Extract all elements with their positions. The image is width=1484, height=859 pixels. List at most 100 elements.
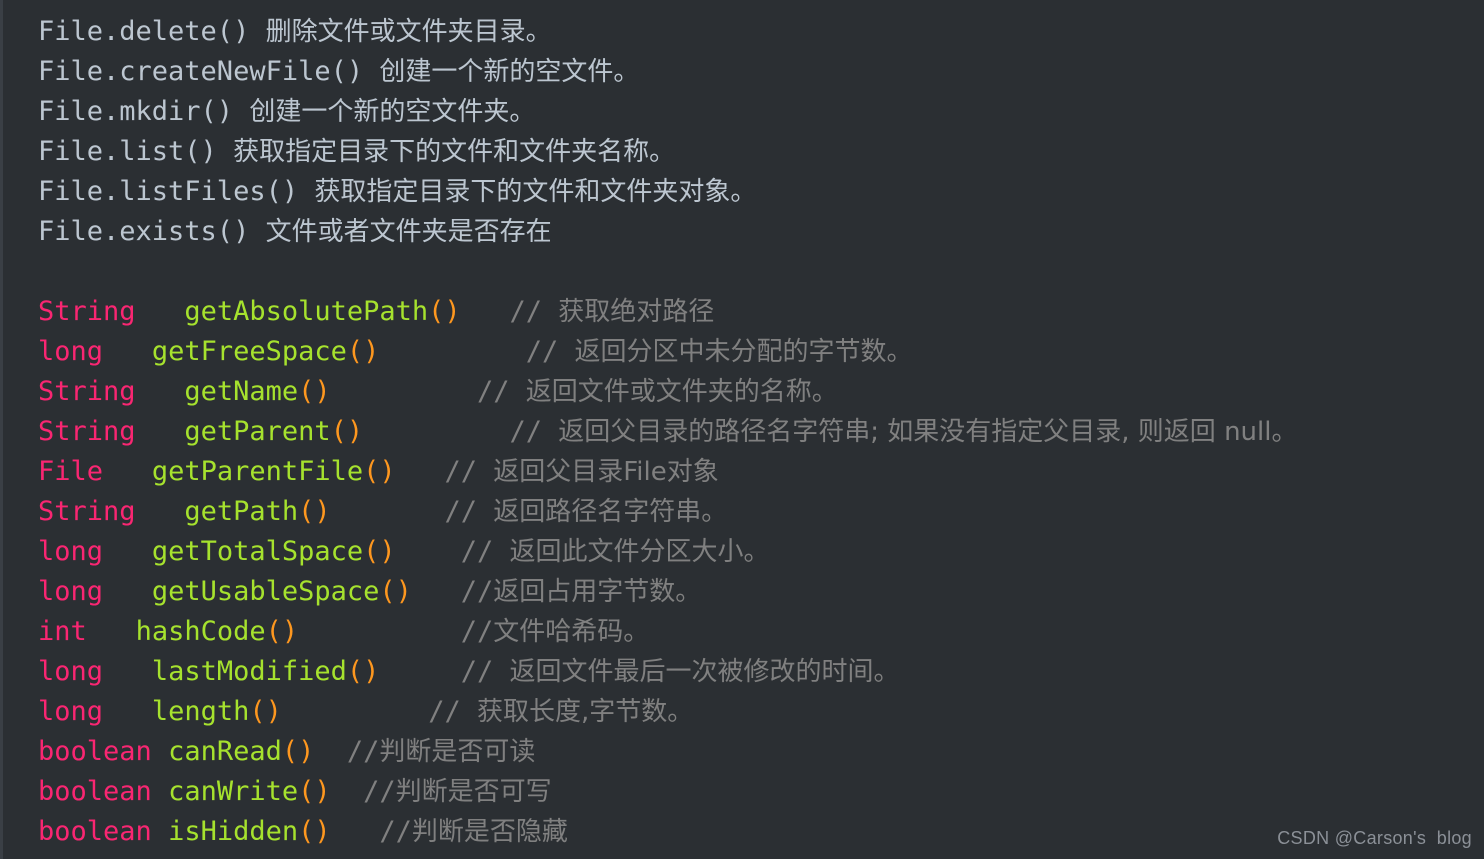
method-parentheses: () xyxy=(346,336,380,367)
return-type: int xyxy=(38,616,87,647)
method-parentheses: () xyxy=(298,816,331,847)
static-method-line: File.list() 获取指定目录下的文件和文件夹名称。 xyxy=(0,132,1484,172)
method-parentheses: () xyxy=(298,776,331,807)
method-parentheses: () xyxy=(363,536,396,567)
method-parentheses: () xyxy=(330,416,364,447)
static-method-line: File.mkdir() 创建一个新的空文件夹。 xyxy=(0,92,1484,132)
method-signature-line: String getName() // 返回文件或文件夹的名称。 xyxy=(0,372,1484,412)
code-block: File.delete() 删除文件或文件夹目录。 File.createNewF… xyxy=(0,0,1484,852)
method-signature-line: File getParentFile() // 返回父目录File对象 xyxy=(0,452,1484,492)
method-comment: //返回占用字节数。 xyxy=(461,576,702,607)
method-name: length xyxy=(151,696,250,727)
method-name: getUsableSpace xyxy=(151,576,380,607)
method-parentheses: () xyxy=(379,576,412,607)
comment-marker: // xyxy=(525,336,575,367)
return-type: boolean xyxy=(38,816,152,847)
comment-marker: // xyxy=(363,776,396,807)
method-signature-line: long lastModified() // 返回文件最后一次被修改的时间。 xyxy=(0,652,1484,692)
static-method-description: 文件或者文件夹是否存在 xyxy=(265,217,552,247)
comment-marker: // xyxy=(509,296,559,327)
csdn-watermark: CSDN @Carson's blog xyxy=(1277,828,1472,848)
return-type: String xyxy=(38,496,136,527)
comment-marker: // xyxy=(444,496,494,527)
comment-text: 返回路径名字符串。 xyxy=(493,497,728,527)
method-parentheses: () xyxy=(249,696,282,727)
static-method-description: 删除文件或文件夹目录。 xyxy=(265,17,552,47)
method-comment: // 返回分区中未分配的字节数。 xyxy=(526,336,913,367)
static-method-call: File.delete() xyxy=(38,16,250,47)
return-type: long xyxy=(38,576,104,607)
comment-text: 判断是否隐藏 xyxy=(411,817,568,847)
return-type: String xyxy=(38,416,136,447)
comment-marker: // xyxy=(379,816,412,847)
method-signature-line: long length() // 获取长度,字节数。 xyxy=(0,692,1484,732)
static-method-call: File.createNewFile() xyxy=(38,56,364,87)
method-signature-line: String getAbsolutePath() // 获取绝对路径 xyxy=(0,292,1484,332)
return-type: boolean xyxy=(38,776,152,807)
method-name: getName xyxy=(184,376,299,407)
comment-text: 返回父目录File对象 xyxy=(493,457,719,487)
static-method-description: 创建一个新的空文件。 xyxy=(379,57,640,87)
static-method-line: File.listFiles() 获取指定目录下的文件和文件夹对象。 xyxy=(0,172,1484,212)
method-signature-line: boolean canWrite() //判断是否可写 xyxy=(0,772,1484,812)
method-name: lastModified xyxy=(151,656,347,687)
instance-method-list: String getAbsolutePath() // 获取绝对路径 long g… xyxy=(0,292,1484,852)
static-method-call: File.list() xyxy=(38,136,217,167)
return-type: File xyxy=(38,456,104,487)
method-comment: // 返回父目录的路径名字符串; 如果没有指定父目录, 则返回 null。 xyxy=(509,416,1297,447)
method-comment: //文件哈希码。 xyxy=(461,616,650,647)
method-parentheses: () xyxy=(298,496,331,527)
method-comment: // 返回此文件分区大小。 xyxy=(461,536,770,567)
comment-text: 判断是否可写 xyxy=(395,777,552,807)
static-method-description: 获取指定目录下的文件和文件夹名称。 xyxy=(233,137,676,167)
method-parentheses: () xyxy=(363,456,396,487)
method-signature-line: long getTotalSpace() // 返回此文件分区大小。 xyxy=(0,532,1484,572)
comment-marker: // xyxy=(460,576,494,607)
method-name: getParent xyxy=(184,416,331,447)
return-type: long xyxy=(38,656,104,687)
return-type: long xyxy=(38,536,104,567)
comment-marker: // xyxy=(460,656,510,687)
method-name: hashCode xyxy=(135,616,266,647)
static-method-line: File.delete() 删除文件或文件夹目录。 xyxy=(0,12,1484,52)
method-name: getAbsolutePath xyxy=(184,296,429,327)
method-signature-line: String getParent() // 返回父目录的路径名字符串; 如果没有… xyxy=(0,412,1484,452)
method-name: canWrite xyxy=(168,776,299,807)
comment-marker: // xyxy=(428,696,477,727)
method-name: getTotalSpace xyxy=(151,536,364,567)
static-method-call: File.exists() xyxy=(38,216,250,247)
method-comment: // 返回文件或文件夹的名称。 xyxy=(477,376,838,407)
static-method-call: File.listFiles() xyxy=(38,176,299,207)
comment-text: 获取绝对路径 xyxy=(558,297,715,327)
method-parentheses: () xyxy=(265,616,299,647)
method-parentheses: () xyxy=(346,656,380,687)
comment-text: 文件哈希码。 xyxy=(493,617,650,647)
method-parentheses: () xyxy=(298,376,331,407)
comment-marker: // xyxy=(346,736,380,767)
method-name: getParentFile xyxy=(151,456,364,487)
static-method-description: 创建一个新的空文件夹。 xyxy=(249,97,536,127)
